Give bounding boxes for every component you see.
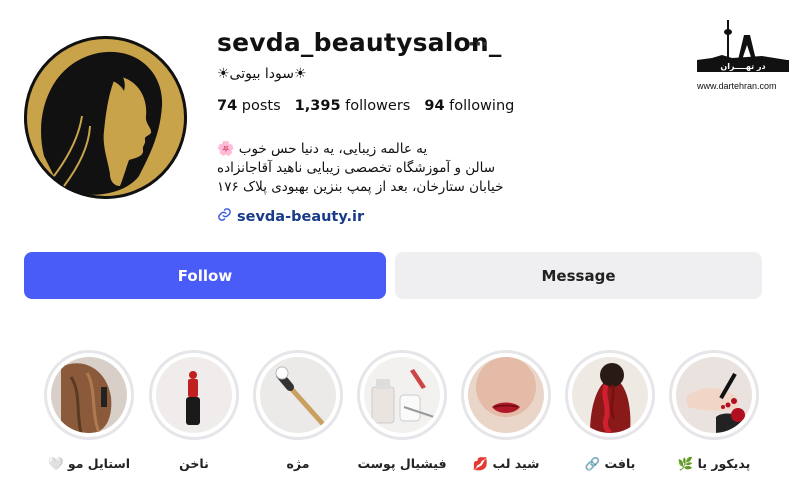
highlight-item[interactable]: شید لب 💋: [461, 350, 551, 472]
nail-polish-photo-icon: [156, 357, 232, 433]
highlight-ring: [357, 350, 447, 440]
pedicure-photo-icon: [676, 357, 752, 433]
following-count: 94: [424, 98, 445, 114]
highlight-label: شید لب 💋: [472, 456, 540, 471]
highlight-ring: [565, 350, 655, 440]
highlight-label: ناخن: [179, 456, 209, 471]
highlight-ring: [669, 350, 759, 440]
highlight-item[interactable]: پدیکور یا 🌿: [669, 350, 759, 472]
highlight-label: پدیکور یا 🌿: [677, 456, 751, 471]
flower-emoji-icon: 🌸: [217, 141, 235, 157]
follow-button[interactable]: Follow: [24, 252, 386, 299]
lash-brush-photo-icon: [260, 357, 336, 433]
message-button[interactable]: Message: [395, 252, 762, 299]
highlight-label: بافت 🔗: [584, 456, 636, 471]
highlight-ring: [149, 350, 239, 440]
website-link-text: sevda-beauty.ir: [237, 208, 365, 225]
highlight-item[interactable]: مژه: [253, 350, 343, 471]
link-chain-icon: [217, 207, 232, 226]
highlight-item[interactable]: ناخن: [149, 350, 239, 471]
profile-avatar[interactable]: [24, 36, 187, 199]
braid-photo-icon: [572, 357, 648, 433]
highlight-item[interactable]: استایل مو 🤍: [44, 350, 134, 472]
followers-stat[interactable]: 1,395 followers: [295, 98, 411, 114]
posts-label: posts: [241, 98, 281, 114]
followers-count: 1,395: [294, 98, 341, 114]
profile-full-name: ☀سودا بیوتی☀: [217, 66, 307, 82]
bio-line-1: یه عالمه زیبایی، یه دنیا حس خوب 🌸: [217, 140, 547, 159]
more-options-icon[interactable]: ···: [468, 34, 489, 55]
highlight-label: استایل مو 🤍: [47, 456, 131, 471]
highlight-ring: [44, 350, 134, 440]
highlight-item[interactable]: فیشیال پوست: [357, 350, 447, 471]
highlight-ring: [253, 350, 343, 440]
posts-count: 74: [217, 98, 238, 114]
watermark-title: در تهــــران: [720, 62, 765, 71]
highlight-label: فیشیال پوست: [357, 456, 447, 471]
profile-website-link[interactable]: sevda-beauty.ir: [217, 207, 364, 226]
bio-line-2: سالن و آموزشگاه تخصصی زیبایی ناهید آقاجا…: [217, 160, 496, 176]
woman-silhouette-logo: [24, 36, 187, 199]
following-label: following: [449, 98, 515, 114]
profile-stats: 74 posts 1,395 followers 94 following: [217, 98, 514, 114]
profile-username: sevda_beautysalon_: [217, 28, 502, 57]
hair-styling-photo-icon: [51, 357, 127, 433]
story-highlights: پدیکور یا 🌿 بافت 🔗 شید لب 💋 فیشیال پوست …: [0, 350, 800, 490]
following-stat[interactable]: 94 following: [424, 98, 514, 114]
followers-label: followers: [345, 98, 411, 114]
lips-photo-icon: [468, 357, 544, 433]
highlight-ring: [461, 350, 551, 440]
bio-line-1-text: یه عالمه زیبایی، یه دنیا حس خوب: [238, 141, 428, 157]
highlight-label: مژه: [286, 456, 310, 471]
bio-line-3: خیابان ستارخان، بعد از پمپ بنزین بهبودی …: [217, 179, 504, 195]
posts-stat[interactable]: 74 posts: [217, 98, 281, 114]
watermark-url: www.dartehran.com: [697, 81, 777, 91]
facial-photo-icon: [364, 357, 440, 433]
profile-bio: یه عالمه زیبایی، یه دنیا حس خوب 🌸 سالن و…: [217, 140, 547, 197]
highlight-item[interactable]: بافت 🔗: [565, 350, 655, 472]
